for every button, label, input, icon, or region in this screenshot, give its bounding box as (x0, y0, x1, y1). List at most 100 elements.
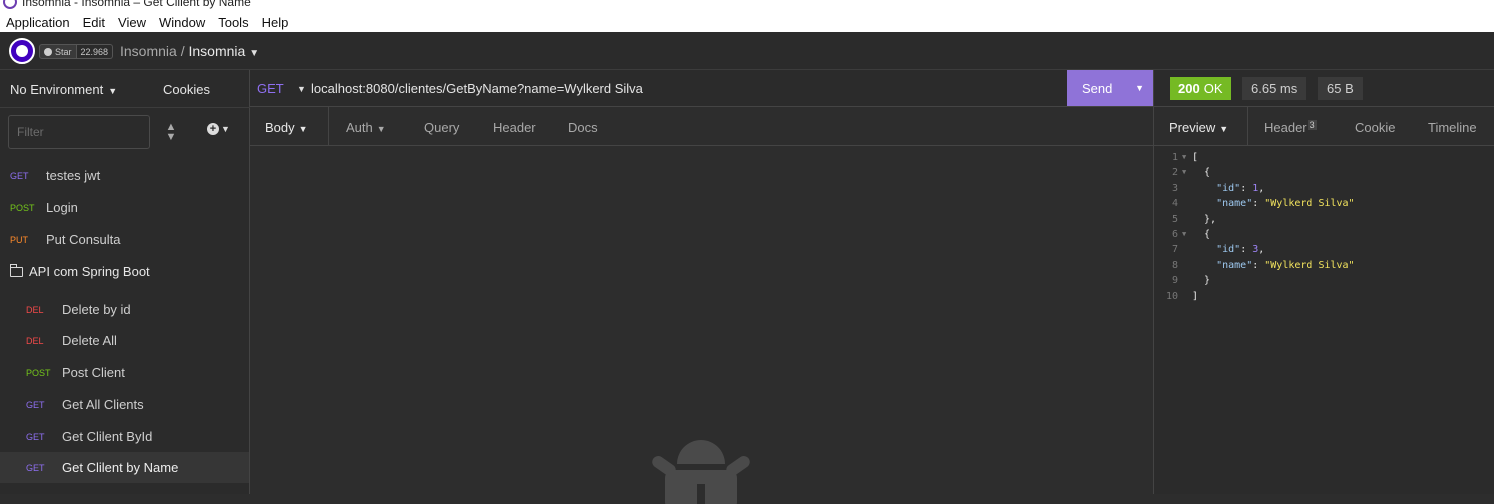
github-icon (44, 47, 52, 56)
response-tabs: Preview ▼ Header 3 Cookie Timeline (1153, 107, 1494, 146)
app-header: Star 22.968 Insomnia / Insomnia ▼ (0, 32, 1494, 70)
environment-selector[interactable]: No Environment ▼ (10, 82, 117, 97)
window-titlebar: Insomnia - Insomnia – Get Clilent by Nam… (0, 0, 1494, 12)
breadcrumb-parent[interactable]: Insomnia (120, 43, 177, 59)
request-name: Delete All (62, 333, 117, 348)
environment-row: No Environment ▼ Cookies (0, 70, 250, 108)
tab-response-header[interactable]: Header 3 (1264, 120, 1317, 135)
chevron-down-icon[interactable]: ▼ (297, 84, 306, 94)
fold-gutter (1180, 196, 1192, 211)
insomnia-app-icon (3, 0, 17, 9)
tab-docs[interactable]: Docs (568, 120, 598, 135)
tab-divider (1247, 107, 1248, 146)
sidebar-request-delete-all[interactable]: DEL Delete All (0, 325, 249, 356)
sidebar-request-delete-by-id[interactable]: DEL Delete by id (0, 294, 249, 325)
sidebar-request-login[interactable]: POST Login (0, 192, 249, 223)
method-badge: DEL (26, 304, 44, 315)
sidebar-request-get-client-by-name[interactable]: GET Get Clilent by Name (0, 452, 249, 483)
code-text: "id": 1, (1216, 182, 1265, 194)
code-text: { (1192, 228, 1211, 240)
sort-icon[interactable]: ▲ ▼ (163, 122, 179, 143)
fold-arrow-icon[interactable]: ▼ (1180, 227, 1192, 242)
add-request-button[interactable]: + ▼ (207, 123, 230, 135)
request-body-panel (250, 146, 1153, 504)
sidebar-folder-api-spring-boot[interactable]: API com Spring Boot (10, 263, 150, 279)
sidebar-request-testes-jwt[interactable]: GET testes jwt (0, 160, 249, 191)
code-line: 7 "id": 3, (1154, 242, 1355, 257)
line-number: 7 (1171, 244, 1178, 256)
tab-query[interactable]: Query (424, 120, 459, 135)
chevron-down-icon[interactable]: ▼ (249, 48, 259, 59)
menu-view[interactable]: View (118, 15, 146, 30)
fold-gutter (1180, 258, 1192, 273)
method-badge: POST (10, 202, 35, 213)
fold-arrow-icon[interactable]: ▼ (1180, 165, 1192, 180)
line-number: 5 (1171, 213, 1178, 225)
line-number: 4 (1171, 198, 1178, 210)
tab-body[interactable]: Body ▼ (265, 120, 308, 135)
request-name: Get Clilent ById (62, 429, 153, 444)
chevron-down-icon: ▼ (298, 124, 308, 134)
fold-gutter (1180, 242, 1192, 257)
method-badge: GET (26, 462, 45, 473)
line-number: 2 (1171, 167, 1178, 179)
fold-gutter (1180, 289, 1192, 304)
code-line: 9 } (1154, 273, 1355, 288)
code-line: 4 "name": "Wylkerd Silva" (1154, 196, 1355, 211)
insomnia-logo[interactable] (9, 38, 35, 64)
request-name: Login (46, 200, 78, 215)
window-title: Insomnia - Insomnia – Get Clilent by Nam… (22, 0, 251, 9)
sidebar-request-get-client-by-id[interactable]: GET Get Clilent ById (0, 421, 249, 452)
breadcrumb-current[interactable]: Insomnia (188, 43, 245, 59)
menu-window[interactable]: Window (159, 15, 205, 30)
header-count-badge: 3 (1307, 120, 1317, 130)
request-name: Delete by id (62, 302, 131, 317)
method-selector[interactable]: GET (257, 81, 284, 96)
json-code-view: 1 ▼[2 ▼ {3 "id": 1, 4 "name": "Wylkerd Silv… (1154, 150, 1355, 304)
chevron-down-icon: ▼ (221, 124, 230, 134)
code-line: 6 ▼ { (1154, 227, 1355, 242)
code-text: "name": "Wylkerd Silva" (1216, 198, 1355, 210)
menu-edit[interactable]: Edit (83, 15, 105, 30)
method-badge: GET (26, 399, 45, 410)
code-line: 5 }, (1154, 212, 1355, 227)
code-line: 3 "id": 1, (1154, 181, 1355, 196)
sidebar-request-post-client[interactable]: POST Post Client (0, 357, 249, 388)
request-tabs: Body ▼ Auth ▼ Query Header Docs (250, 107, 1153, 146)
url-bar: GET ▼ localhost:8080/clientes/GetByName?… (250, 70, 1153, 107)
method-badge: PUT (10, 234, 28, 245)
response-time: 6.65 ms (1242, 77, 1307, 100)
menu-help[interactable]: Help (262, 15, 289, 30)
tab-timeline[interactable]: Timeline (1428, 120, 1477, 135)
request-name: Put Consulta (46, 232, 121, 247)
method-badge: POST (26, 367, 51, 378)
send-button[interactable]: Send ▼ (1067, 70, 1153, 106)
code-line: 2 ▼ { (1154, 165, 1355, 180)
code-text: ] (1192, 290, 1199, 302)
tab-header[interactable]: Header (493, 120, 536, 135)
chevron-down-icon: ▼ (376, 124, 386, 134)
folder-name: API com Spring Boot (29, 264, 150, 279)
star-label: Star (55, 46, 72, 57)
line-number: 6 (1171, 228, 1178, 240)
fold-arrow-icon[interactable]: ▼ (1180, 150, 1192, 165)
fold-gutter (1180, 181, 1192, 196)
filter-input[interactable] (8, 115, 150, 149)
response-body-viewer[interactable]: 1 ▼[2 ▼ {3 "id": 1, 4 "name": "Wylkerd Silv… (1153, 146, 1494, 494)
menu-application[interactable]: Application (6, 15, 70, 30)
github-star-button[interactable]: Star 22.968 (39, 44, 114, 59)
tab-auth[interactable]: Auth ▼ (346, 120, 386, 135)
sidebar-request-put-consulta[interactable]: PUT Put Consulta (0, 224, 249, 255)
tab-cookie[interactable]: Cookie (1355, 120, 1395, 135)
tab-preview[interactable]: Preview ▼ (1169, 120, 1228, 135)
code-text: [ (1192, 152, 1199, 163)
code-line: 1 ▼[ (1154, 150, 1355, 165)
sidebar-request-get-all-clients[interactable]: GET Get All Clients (0, 389, 249, 420)
chevron-down-icon: ▼ (108, 86, 118, 96)
chevron-down-icon[interactable]: ▼ (1135, 83, 1144, 93)
star-count: 22.968 (76, 44, 114, 59)
line-number: 8 (1171, 259, 1178, 271)
cookies-button[interactable]: Cookies (163, 82, 210, 97)
url-input[interactable]: localhost:8080/clientes/GetByName?name=W… (311, 81, 643, 96)
menu-tools[interactable]: Tools (218, 15, 248, 30)
